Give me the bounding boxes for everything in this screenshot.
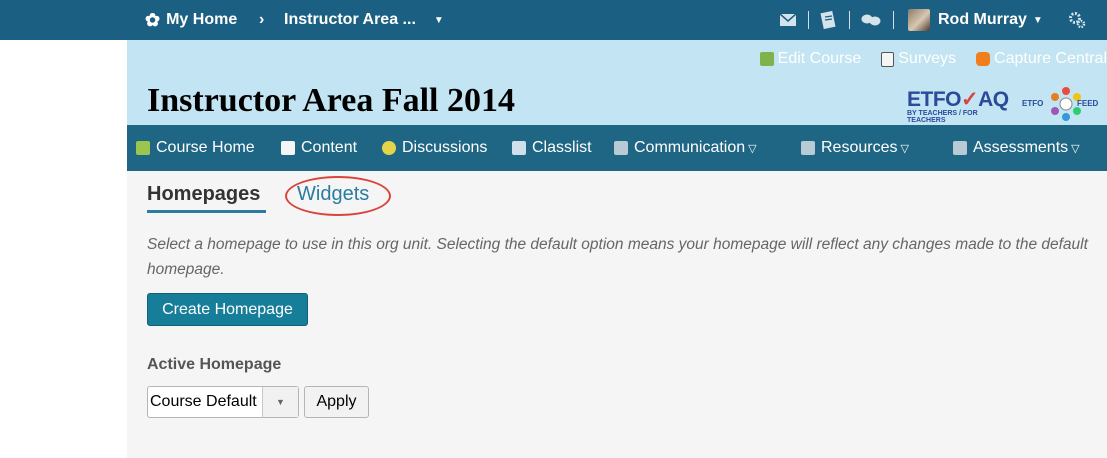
speech-bubbles-icon (382, 141, 396, 155)
my-home-label: My Home (166, 11, 238, 28)
chevron-down-icon[interactable]: ▼ (262, 387, 298, 417)
surveys-link[interactable]: Surveys (881, 50, 956, 68)
message-alerts-button[interactable] (780, 0, 796, 40)
user-name: Rod Murray (938, 11, 1027, 28)
open-book-icon (281, 141, 295, 155)
course-title: Instructor Area Fall 2014 (147, 82, 515, 119)
settings-button[interactable] (1068, 0, 1086, 40)
apply-button[interactable]: Apply (304, 386, 369, 418)
tab-active-indicator (147, 210, 266, 213)
nav-communication-label: Communication (634, 139, 746, 156)
create-homepage-button[interactable]: Create Homepage (147, 293, 308, 326)
course-navbar: Course Home Content Discussions Classlis… (127, 125, 1107, 171)
etfo-aq-logo: ETFO✓AQ BY TEACHERS / FOR TEACHERS (907, 87, 1013, 124)
envelope-icon (780, 14, 796, 26)
flower-icon: ✿ (145, 9, 161, 30)
edit-course-label: Edit Course (777, 50, 862, 67)
checkmark-icon: ✓ (961, 88, 979, 111)
surveys-label: Surveys (898, 50, 957, 67)
course-header: Edit Course Surveys Capture Central Inst… (127, 40, 1107, 125)
nav-content[interactable]: Content (281, 125, 357, 171)
document-icon (820, 11, 836, 29)
group-icon (953, 141, 967, 155)
etfo-feed-logo: ETFO FEED (1022, 84, 1099, 124)
gear-icon (1069, 12, 1086, 29)
capture-central-label: Capture Central (994, 50, 1107, 67)
nav-communication[interactable]: Communication ▽ (614, 125, 757, 171)
logo1-suffix: AQ (978, 88, 1009, 111)
minibar: ✿ My Home › Instructor Area ... ▼ Rod Mu… (0, 0, 1107, 40)
chevron-down-icon: ▼ (1032, 14, 1043, 26)
group-icon (801, 141, 815, 155)
header-links: Edit Course Surveys Capture Central (740, 50, 1107, 68)
triangle-down-icon: ▽ (1071, 142, 1080, 155)
nav-resources-label: Resources (821, 139, 898, 156)
edit-course-link[interactable]: Edit Course (759, 50, 862, 68)
chat-bubbles-icon (861, 14, 881, 26)
nav-content-label: Content (301, 139, 358, 156)
avatar (908, 9, 930, 31)
grid-icon (512, 141, 526, 155)
nav-classlist[interactable]: Classlist (512, 125, 592, 171)
update-alerts-button[interactable] (820, 0, 836, 40)
capture-icon (976, 52, 991, 66)
triangle-down-icon: ▽ (748, 142, 757, 155)
nav-course-home-label: Course Home (156, 139, 255, 156)
logo2-suffix: FEED (1077, 99, 1099, 108)
active-homepage-select[interactable]: Course Default ▼ (147, 386, 299, 418)
pencil-icon (759, 52, 774, 66)
book-icon (136, 141, 150, 155)
logo2-text: ETFO (1022, 99, 1044, 108)
chevron-right-icon: › (259, 11, 265, 28)
nav-discussions-label: Discussions (402, 139, 488, 156)
logo1-text: ETFO (907, 88, 962, 111)
nav-course-home[interactable]: Course Home (136, 125, 255, 171)
user-menu[interactable]: Rod Murray ▼ (908, 0, 1043, 40)
highlight-oval (285, 176, 391, 216)
active-homepage-label: Active Homepage (147, 356, 282, 373)
chevron-down-icon: ▼ (433, 14, 444, 26)
subscription-alerts-button[interactable] (861, 0, 881, 40)
group-icon (614, 141, 628, 155)
course-selector[interactable]: Instructor Area ... ▼ (284, 0, 444, 40)
nav-discussions[interactable]: Discussions (382, 125, 487, 171)
course-content: Edit Course Surveys Capture Central Inst… (127, 40, 1107, 458)
tab-homepages[interactable]: Homepages (147, 183, 260, 206)
active-homepage-value: Course Default (150, 393, 257, 410)
course-selector-label: Instructor Area ... (284, 11, 416, 28)
my-home-link[interactable]: ✿ My Home (145, 0, 237, 40)
homepage-description: Select a homepage to use in this org uni… (147, 236, 1088, 278)
capture-central-link[interactable]: Capture Central (976, 50, 1107, 68)
nav-resources[interactable]: Resources ▽ (801, 125, 909, 171)
clipboard-icon (881, 51, 895, 67)
triangle-down-icon: ▽ (900, 142, 909, 155)
nav-assessments[interactable]: Assessments ▽ (953, 125, 1080, 171)
nav-assessments-label: Assessments (973, 139, 1069, 156)
logo1-tagline: BY TEACHERS / FOR TEACHERS (907, 110, 978, 124)
nav-classlist-label: Classlist (532, 139, 592, 156)
